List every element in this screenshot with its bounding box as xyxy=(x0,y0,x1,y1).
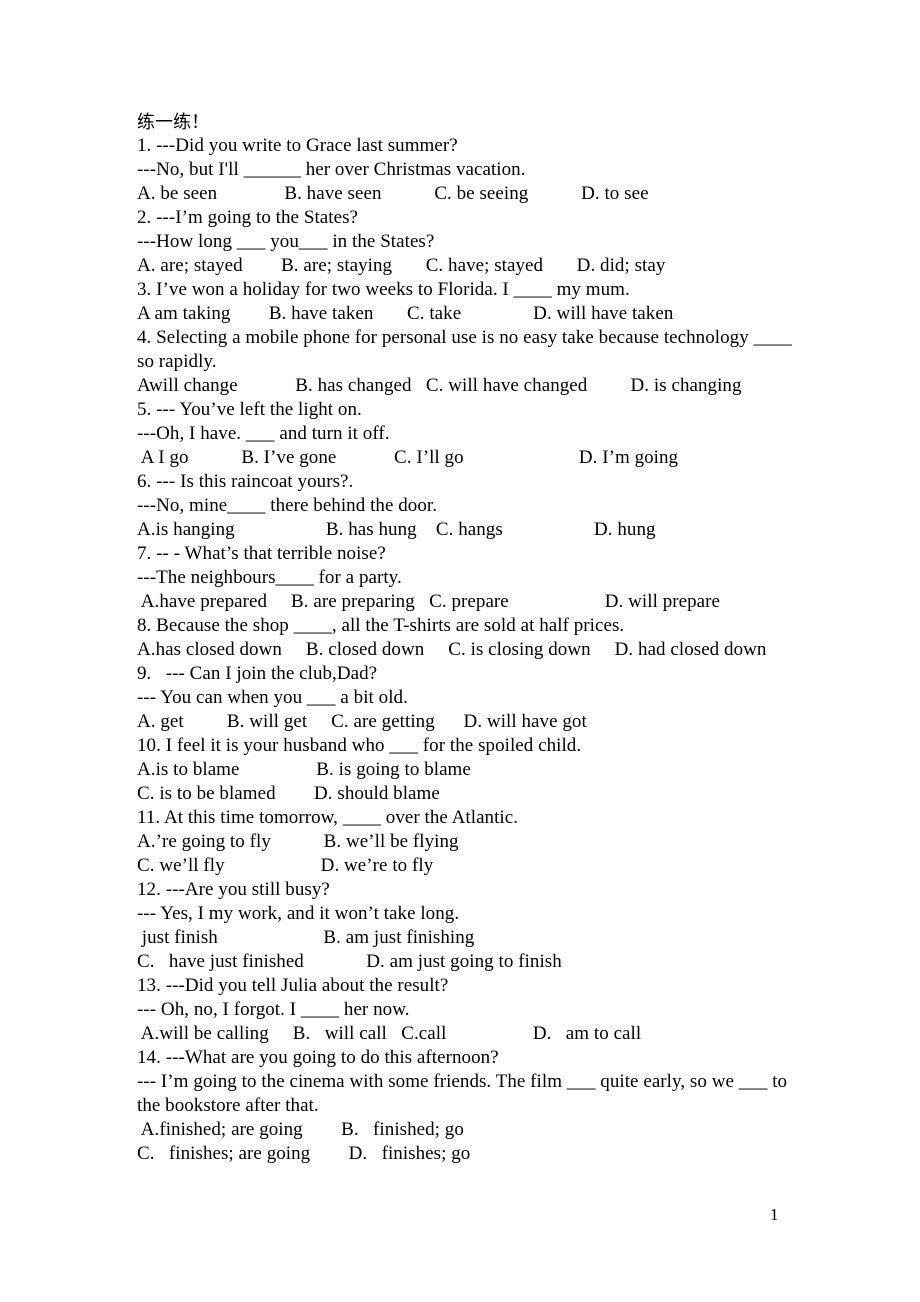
question-7-options: A.have prepared B. are preparing C. prep… xyxy=(137,591,721,612)
question-14-stem-line-2: --- I’m going to the cinema with some fr… xyxy=(137,1071,788,1092)
question-7-stem-line-2: ---The neighbours____ for a party. xyxy=(137,567,402,588)
question-14-options-line-1: A.finished; are going B. finished; go xyxy=(137,1119,464,1140)
question-2-stem-line-2: ---How long ___ you___ in the States? xyxy=(137,231,435,252)
exercise-title: 练一练！ xyxy=(137,112,210,132)
page-number: 1 xyxy=(770,1205,779,1224)
question-10-stem: 10. I feel it is your husband who ___ fo… xyxy=(137,735,582,756)
question-13-stem-line-2: --- Oh, no, I forgot. I ____ her now. xyxy=(137,999,410,1020)
question-9-stem-line-1: 9. --- Can I join the club,Dad? xyxy=(137,663,378,684)
question-8-stem: 8. Because the shop ____, all the T-shir… xyxy=(137,615,625,636)
document-page: 练一练！ 1. ---Did you write to Grace last s… xyxy=(0,0,920,1302)
question-12-options-line-1: just finish B. am just finishing xyxy=(137,927,475,948)
question-9-options: A. get B. will get C. are getting D. wil… xyxy=(137,711,587,732)
question-11-stem: 11. At this time tomorrow, ____ over the… xyxy=(137,807,519,828)
question-12-stem-line-1: 12. ---Are you still busy? xyxy=(137,879,330,900)
question-5-stem-line-2: ---Oh, I have. ___ and turn it off. xyxy=(137,423,390,444)
question-1-options: A. be seen B. have seen C. be seeing D. … xyxy=(137,183,649,204)
question-1-stem-line-2: ---No, but I'll ______ her over Christma… xyxy=(137,159,526,180)
question-6-stem-line-1: 6. --- Is this raincoat yours?. xyxy=(137,471,354,492)
question-14-stem-line-3: the bookstore after that. xyxy=(137,1095,319,1116)
question-13-stem-line-1: 13. ---Did you tell Julia about the resu… xyxy=(137,975,449,996)
question-5-options: A I go B. I’ve gone C. I’ll go D. I’m go… xyxy=(137,447,679,468)
question-7-stem-line-1: 7. -- - What’s that terrible noise? xyxy=(137,543,386,564)
question-14-stem-line-1: 14. ---What are you going to do this aft… xyxy=(137,1047,499,1068)
question-4-stem-line-1: 4. Selecting a mobile phone for personal… xyxy=(137,327,792,348)
question-12-options-line-2: C. have just finished D. am just going t… xyxy=(137,951,562,972)
question-6-options: A.is hanging B. has hung C. hangs D. hun… xyxy=(137,519,656,540)
question-6-stem-line-2: ---No, mine____ there behind the door. xyxy=(137,495,438,516)
question-5-stem-line-1: 5. --- You’ve left the light on. xyxy=(137,399,362,420)
question-4-options: Awill change B. has changed C. will have… xyxy=(137,375,742,396)
question-1-stem-line-1: 1. ---Did you write to Grace last summer… xyxy=(137,135,458,156)
question-10-options-line-1: A.is to blame B. is going to blame xyxy=(137,759,471,780)
question-4-stem-line-2: so rapidly. xyxy=(137,351,217,372)
question-10-options-line-2: C. is to be blamed D. should blame xyxy=(137,783,440,804)
question-8-options: A.has closed down B. closed down C. is c… xyxy=(137,639,767,660)
question-12-stem-line-2: --- Yes, I my work, and it won’t take lo… xyxy=(137,903,460,924)
question-3-stem: 3. I’ve won a holiday for two weeks to F… xyxy=(137,279,630,300)
question-2-options: A. are; stayed B. are; staying C. have; … xyxy=(137,255,666,276)
question-11-options-line-2: C. we’ll fly D. we’re to fly xyxy=(137,855,434,876)
question-3-options: A am taking B. have taken C. take D. wil… xyxy=(137,303,674,324)
question-9-stem-line-2: --- You can when you ___ a bit old. xyxy=(137,687,408,708)
question-2-stem-line-1: 2. ---I’m going to the States? xyxy=(137,207,359,228)
question-11-options-line-1: A.’re going to fly B. we’ll be flying xyxy=(137,831,459,852)
question-13-options: A.will be calling B. will call C.call D.… xyxy=(137,1023,642,1044)
question-14-options-line-2: C. finishes; are going D. finishes; go xyxy=(137,1143,471,1164)
exercise-body: 练一练！ 1. ---Did you write to Grace last s… xyxy=(137,110,837,1166)
